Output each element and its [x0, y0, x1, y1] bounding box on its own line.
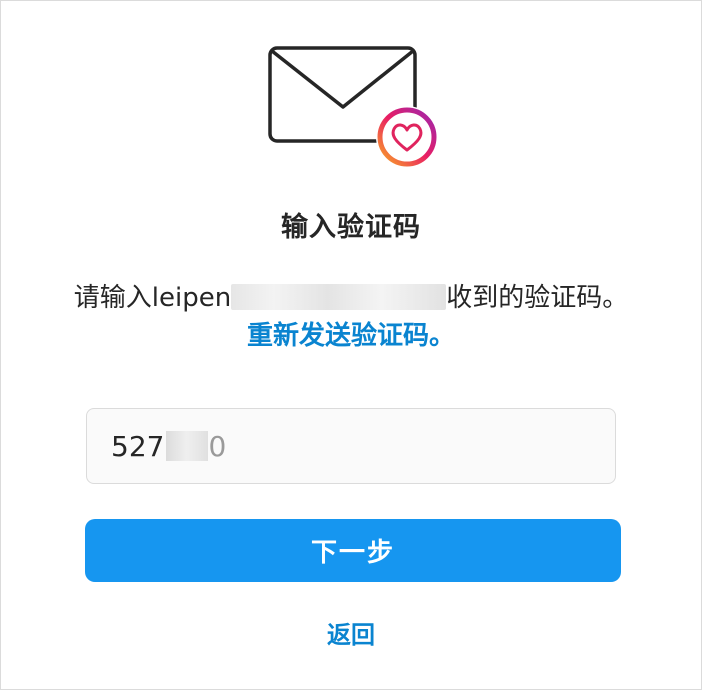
resend-code-link[interactable]: 重新发送验证码。	[247, 321, 455, 351]
instruction-text: 请输入leipen 收到的验证码。 重新发送验证码。	[71, 279, 631, 355]
instruction-prefix: 请输入leipen	[73, 283, 232, 313]
code-value: 527	[111, 429, 165, 463]
code-value-tail: 0	[208, 429, 227, 463]
envelope-icon	[267, 45, 447, 175]
next-button[interactable]: 下一步	[85, 519, 621, 582]
redacted-code	[166, 431, 209, 461]
verification-code-input[interactable]: 527 0	[86, 408, 616, 484]
back-link[interactable]: 返回	[1, 615, 701, 650]
heart-icon	[377, 107, 437, 167]
instruction-suffix: 收到的验证码。	[446, 283, 629, 313]
redacted-email	[231, 284, 447, 310]
verification-dialog: 输入验证码 请输入leipen 收到的验证码。 重新发送验证码。 527 0 下一步…	[0, 0, 702, 690]
page-title: 输入验证码	[281, 212, 421, 243]
